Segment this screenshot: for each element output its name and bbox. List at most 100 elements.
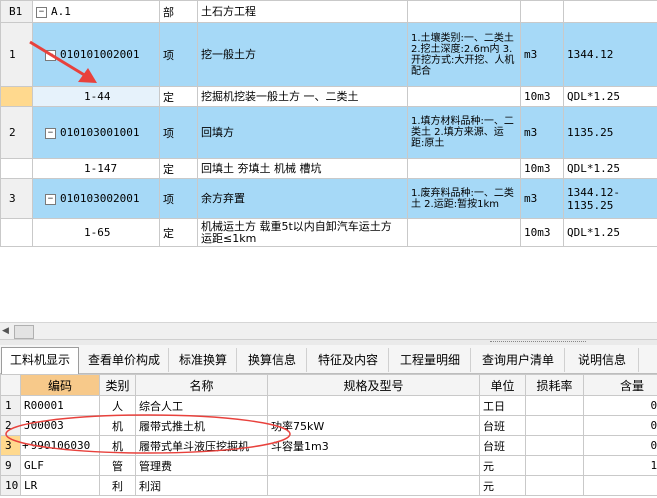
row-number[interactable]: B1	[0, 0, 33, 23]
item-type[interactable]: 定	[159, 86, 198, 107]
item-code[interactable]: −010103002001	[32, 178, 160, 219]
resource-row[interactable]: 2J00003机履带式推土机功率75kW台班 0.00	[0, 415, 657, 436]
resource-spec[interactable]	[267, 455, 480, 476]
resource-loss[interactable]	[525, 435, 584, 456]
col-header-loss[interactable]: 损耗率	[525, 374, 584, 396]
resource-row[interactable]: 10LR利利润 元 4	[0, 475, 657, 496]
row-number[interactable]	[0, 218, 33, 247]
resource-rownum[interactable]: 10	[0, 475, 21, 496]
item-quantity[interactable]: 1135.25	[563, 106, 657, 159]
tab-labor-material-machine[interactable]: 工料机显示	[1, 347, 79, 374]
item-features[interactable]: 1.土壤类别:一、二类土 2.挖土深度:2.6m内 3.开挖方式:大开挖、人机配…	[407, 22, 521, 87]
resource-spec[interactable]: 斗容量1m3	[267, 435, 480, 456]
tab-unit-price[interactable]: 查看单价构成	[80, 348, 169, 372]
tree-collapse-icon[interactable]: −	[36, 6, 47, 18]
resource-rownum[interactable]: 1	[0, 395, 21, 416]
row-number[interactable]: 2	[0, 106, 33, 159]
item-name[interactable]: 机械运土方 载重5t以内自卸汽车运土方 运距≤1km	[197, 218, 408, 247]
item-unit[interactable]: m3	[520, 178, 564, 219]
scroll-left-icon[interactable]: ◀	[2, 326, 9, 336]
item-type[interactable]: 项	[159, 22, 198, 87]
resource-spec[interactable]: 功率75kW	[267, 415, 480, 436]
bill-items-grid[interactable]: B1− A.1 部土石方工程 1−010101002001 项挖一般土方 1.土壤类别:一…	[0, 0, 657, 250]
resource-spec[interactable]	[267, 475, 480, 496]
item-code[interactable]: −010101002001	[32, 22, 160, 87]
item-type[interactable]: 部	[159, 0, 198, 23]
item-name[interactable]: 余方弃置	[197, 178, 408, 219]
resource-row[interactable]: 3+990106030机履带式单斗液压挖掘机斗容量1m3台班0.02	[0, 435, 657, 456]
resource-loss[interactable]	[525, 455, 584, 476]
tab-standard-conversion[interactable]: 标准换算	[170, 348, 237, 372]
resource-category[interactable]: 管	[99, 455, 136, 476]
item-code[interactable]: −1-147	[32, 158, 160, 179]
item-features[interactable]	[407, 158, 521, 179]
item-code[interactable]: −1-65	[32, 218, 160, 247]
col-header-category[interactable]: 类别	[99, 374, 136, 396]
item-name[interactable]: 回填土 夯填土 机械 槽坑	[197, 158, 408, 179]
resource-name[interactable]: 履带式单斗液压挖掘机	[135, 435, 268, 456]
item-code[interactable]: −010103001001	[32, 106, 160, 159]
item-features[interactable]: 1.废弃料品种:一、二类土 2.运距:暂按1km	[407, 178, 521, 219]
row-number[interactable]: 3	[0, 178, 33, 219]
row-number[interactable]	[0, 86, 33, 107]
tab-features[interactable]: 特征及内容	[308, 348, 389, 372]
tab-quantity-details[interactable]: 工程量明细	[390, 348, 471, 372]
resource-code[interactable]: LR	[20, 475, 100, 496]
tree-collapse-icon[interactable]: −	[45, 127, 56, 139]
item-code[interactable]: −1-44	[32, 86, 160, 107]
col-header-unit[interactable]: 单位	[479, 374, 526, 396]
resource-name[interactable]: 综合人工	[135, 395, 268, 416]
expand-plus-icon[interactable]: +	[22, 439, 29, 452]
item-type[interactable]: 项	[159, 178, 198, 219]
quota-row[interactable]: −1-44定挖掘机挖装一般土方 一、二类土 10m3QDL*1.25	[0, 86, 657, 107]
resource-code[interactable]: R00001	[20, 395, 100, 416]
resource-name[interactable]: 利润	[135, 475, 268, 496]
quota-row[interactable]: −1-147定回填土 夯填土 机械 槽坑 10m3QDL*1.25	[0, 158, 657, 179]
item-quantity[interactable]: QDL*1.25	[563, 86, 657, 107]
resource-code[interactable]: J00003	[20, 415, 100, 436]
resource-code[interactable]: GLF	[20, 455, 100, 476]
tree-collapse-icon[interactable]: −	[45, 49, 56, 61]
tab-user-bill-query[interactable]: 查询用户清单	[472, 348, 565, 372]
resource-row[interactable]: 9GLF管管理费 元 10.3	[0, 455, 657, 476]
resource-code[interactable]: +990106030	[20, 435, 100, 456]
item-features[interactable]	[407, 0, 521, 23]
resource-unit[interactable]: 元	[479, 475, 526, 496]
item-quantity[interactable]: QDL*1.25	[563, 158, 657, 179]
item-unit[interactable]: m3	[520, 106, 564, 159]
resource-loss[interactable]	[525, 475, 584, 496]
resource-category[interactable]: 机	[99, 415, 136, 436]
row-number[interactable]: 1	[0, 22, 33, 87]
item-name[interactable]: 挖一般土方	[197, 22, 408, 87]
scroll-thumb[interactable]	[14, 325, 34, 339]
resource-amount[interactable]: 0.20	[583, 395, 657, 416]
tree-collapse-icon[interactable]: −	[45, 193, 56, 205]
resource-category[interactable]: 机	[99, 435, 136, 456]
col-header-amount[interactable]: 含量	[583, 374, 657, 396]
item-code[interactable]: − A.1	[32, 0, 160, 23]
bill-item-row[interactable]: 3−010103002001 项余方弃置 1.废弃料品种:一、二类土 2.运距:暂按…	[0, 178, 657, 219]
item-type[interactable]: 定	[159, 218, 198, 247]
tab-conversion-info[interactable]: 换算信息	[238, 348, 307, 372]
section-row[interactable]: B1− A.1 部土石方工程	[0, 0, 657, 23]
resource-unit[interactable]: 工日	[479, 395, 526, 416]
item-name[interactable]: 挖掘机挖装一般土方 一、二类土	[197, 86, 408, 107]
resource-amount[interactable]: 10.3	[583, 455, 657, 476]
horizontal-scrollbar[interactable]: ◀	[0, 322, 657, 340]
item-name[interactable]: 土石方工程	[197, 0, 408, 23]
item-unit[interactable]: 10m3	[520, 86, 564, 107]
item-quantity[interactable]: 1344.12	[563, 22, 657, 87]
item-name[interactable]: 回填方	[197, 106, 408, 159]
bill-item-row[interactable]: 2−010103001001 项回填方 1.填方材料品种:一、二类土 2.填方来源、…	[0, 106, 657, 159]
item-unit[interactable]	[520, 0, 564, 23]
quota-row[interactable]: −1-65定机械运土方 载重5t以内自卸汽车运土方 运距≤1km 10m3QDL*…	[0, 218, 657, 247]
resource-amount[interactable]: 0.00	[583, 415, 657, 436]
item-quantity[interactable]: 1344.12-1135.25	[563, 178, 657, 219]
item-features[interactable]	[407, 86, 521, 107]
resource-row[interactable]: 1R00001人综合人工 工日 0.20	[0, 395, 657, 416]
item-unit[interactable]: m3	[520, 22, 564, 87]
resource-rownum[interactable]: 9	[0, 455, 21, 476]
resource-unit[interactable]: 台班	[479, 435, 526, 456]
resource-name[interactable]: 管理费	[135, 455, 268, 476]
resource-category[interactable]: 人	[99, 395, 136, 416]
